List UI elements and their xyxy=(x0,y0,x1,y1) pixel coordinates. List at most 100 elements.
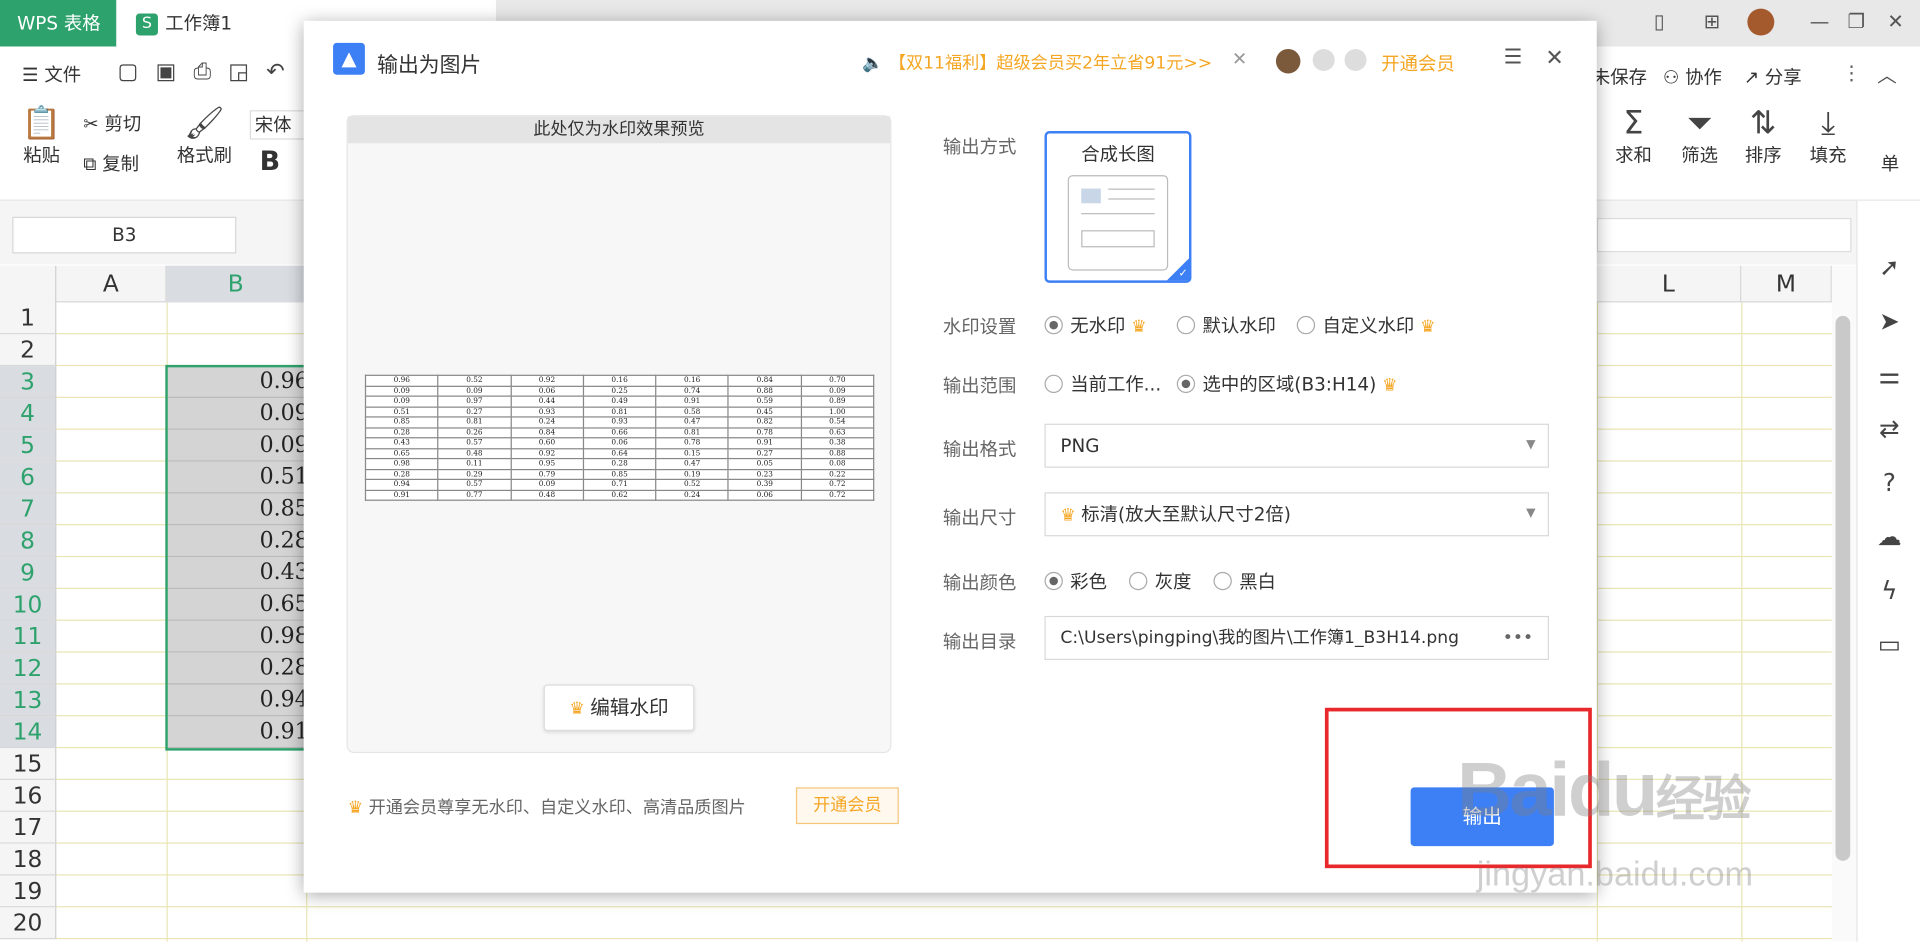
avatar[interactable] xyxy=(1747,8,1775,36)
open-vip-button[interactable]: 开通会员 xyxy=(795,787,899,825)
book-icon[interactable]: ▭ xyxy=(1875,629,1904,658)
cell-b[interactable]: 0.65 xyxy=(166,588,307,621)
row-header[interactable]: 12 xyxy=(0,652,57,685)
help-icon[interactable]: ? xyxy=(1875,468,1904,497)
scrollbar-thumb[interactable] xyxy=(1835,315,1851,861)
more-icon[interactable]: ⋮ xyxy=(1842,61,1862,84)
row-header[interactable]: 1 xyxy=(0,302,57,335)
row-header[interactable]: 2 xyxy=(0,334,57,367)
cell-b[interactable]: 0.28 xyxy=(166,652,307,685)
close-dialog-icon[interactable]: ✕ xyxy=(1545,45,1563,71)
cell-b[interactable]: 0.43 xyxy=(166,557,307,589)
export-button[interactable]: 输出 xyxy=(1410,787,1554,847)
wps-home-tab[interactable]: WPS 表格 xyxy=(0,0,117,47)
menu-icon[interactable]: ☰ xyxy=(1504,45,1523,69)
row-header[interactable]: 6 xyxy=(0,461,57,494)
pointer-icon[interactable]: ➤ xyxy=(1875,306,1904,335)
save-status[interactable]: 未保存 xyxy=(1592,64,1647,90)
range-current-radio[interactable]: 当前工作... xyxy=(1044,371,1161,397)
column-header-l[interactable]: L xyxy=(1597,265,1742,303)
cell-b[interactable]: 0.96 xyxy=(166,366,307,398)
sliders-icon[interactable]: ⚌ xyxy=(1875,360,1904,389)
format-painter-button[interactable]: 🖌 格式刷 xyxy=(175,105,234,167)
watermark-none-radio[interactable]: 无水印 ♛ xyxy=(1044,312,1147,338)
collapse-ribbon-icon[interactable]: ︿ xyxy=(1877,59,1897,88)
formula-input[interactable] xyxy=(1596,217,1852,253)
column-header-m[interactable]: M xyxy=(1741,265,1832,303)
browse-button[interactable]: ••• xyxy=(1503,617,1533,659)
format-select[interactable]: PNG ▼ xyxy=(1044,423,1549,468)
open-vip-link[interactable]: 开通会员 xyxy=(1381,50,1454,76)
watermark-default-radio[interactable]: 默认水印 xyxy=(1176,312,1276,338)
row-header[interactable]: 17 xyxy=(0,811,57,844)
share-button[interactable]: ↗ 分享 xyxy=(1744,64,1802,90)
row-header[interactable]: 8 xyxy=(0,525,57,558)
edit-watermark-button[interactable]: ♛ 编辑水印 xyxy=(543,684,695,732)
sum-button[interactable]: Σ 求和 xyxy=(1607,105,1661,167)
range-selection-radio[interactable]: 选中的区域(B3:H14) ♛ xyxy=(1176,371,1398,397)
row-header[interactable]: 13 xyxy=(0,684,57,717)
sheet-row[interactable] xyxy=(56,907,1832,940)
quick-access-icons[interactable]: ▢▣⎙◲↶ xyxy=(118,59,302,85)
promo-link[interactable]: 🔈 【双11福利】超级会员买2年立省91元>> xyxy=(862,50,1212,74)
row-header[interactable]: 18 xyxy=(0,843,57,876)
color-full-radio[interactable]: 彩色 xyxy=(1044,568,1107,594)
name-box[interactable]: B3 xyxy=(12,216,237,254)
vip-badge-icon xyxy=(1312,48,1335,72)
radio-icon xyxy=(1176,315,1196,335)
cell-b[interactable]: 0.51 xyxy=(166,461,307,494)
transfer-icon[interactable]: ⇄ xyxy=(1875,414,1904,443)
size-select[interactable]: ♛ 标清(放大至默认尺寸2倍) ▼ xyxy=(1044,492,1549,537)
minimize-icon[interactable]: — xyxy=(1805,7,1834,36)
cell-b[interactable]: 0.94 xyxy=(166,684,307,717)
row-header[interactable]: 20 xyxy=(0,907,57,940)
select-all-corner[interactable] xyxy=(0,265,57,303)
cell-b[interactable]: 0.28 xyxy=(166,525,307,558)
cell-b[interactable]: 0.85 xyxy=(166,493,307,526)
filter-button[interactable]: ⏷ 筛选 xyxy=(1673,105,1727,167)
copy-button[interactable]: ⧉ 复制 xyxy=(83,151,139,177)
close-window-icon[interactable]: ✕ xyxy=(1881,7,1910,36)
restore-icon[interactable]: ❐ xyxy=(1842,7,1871,36)
row-header[interactable]: 7 xyxy=(0,493,57,526)
column-header-b[interactable]: B xyxy=(166,265,307,303)
row-header[interactable]: 4 xyxy=(0,397,57,430)
cut-button[interactable]: ✂ 剪切 xyxy=(83,110,141,136)
row-header[interactable]: 19 xyxy=(0,875,57,908)
preview-cell: 0.51 xyxy=(364,405,439,418)
collab-button[interactable]: ⚇ 协作 xyxy=(1663,64,1722,90)
row-header[interactable]: 9 xyxy=(0,557,57,589)
apps-grid-icon[interactable]: ⊞ xyxy=(1697,7,1726,36)
color-gray-radio[interactable]: 灰度 xyxy=(1128,568,1191,594)
font-select[interactable]: 宋体 xyxy=(249,110,312,140)
row-header[interactable]: 16 xyxy=(0,780,57,812)
column-header-a[interactable]: A xyxy=(56,265,167,303)
row-header[interactable]: 5 xyxy=(0,429,57,462)
cell-b[interactable]: 0.98 xyxy=(166,620,307,653)
cell-b[interactable]: 0.09 xyxy=(166,397,307,430)
row-header[interactable]: 10 xyxy=(0,588,57,621)
fill-button[interactable]: ⤓ 填充 xyxy=(1801,105,1855,167)
directory-input[interactable]: C:\Users\pingping\我的图片\工作簿1_B3H14.png ••• xyxy=(1044,615,1549,661)
dialog-avatar[interactable] xyxy=(1275,48,1301,74)
watermark-custom-radio[interactable]: 自定义水印 ♛ xyxy=(1296,312,1436,338)
file-menu[interactable]: ☰ 文件 xyxy=(22,61,81,87)
layout-icon[interactable]: ▯ xyxy=(1645,7,1674,36)
color-bw-radio[interactable]: 黑白 xyxy=(1213,568,1276,594)
close-promo-icon[interactable]: ✕ xyxy=(1232,48,1247,70)
ribbon-more-button[interactable]: 单 xyxy=(1881,151,1899,177)
long-image-option[interactable]: 合成长图 ✓ xyxy=(1044,131,1192,283)
rocket-icon[interactable]: ➚ xyxy=(1875,252,1904,281)
cell-b[interactable]: 0.91 xyxy=(166,716,307,749)
sort-button[interactable]: ⇅ 排序 xyxy=(1736,105,1790,167)
cell-b[interactable]: 0.09 xyxy=(166,429,307,462)
row-header[interactable]: 15 xyxy=(0,748,57,781)
paste-button[interactable]: 📋 粘贴 xyxy=(17,105,66,167)
row-header[interactable]: 3 xyxy=(0,366,57,398)
lightning-icon[interactable]: ϟ xyxy=(1875,576,1904,605)
bold-button[interactable]: B xyxy=(260,147,281,178)
cloud-icon[interactable]: ☁ xyxy=(1875,522,1904,551)
range-label: 输出范围 xyxy=(942,374,1017,397)
row-header[interactable]: 11 xyxy=(0,620,57,653)
row-header[interactable]: 14 xyxy=(0,716,57,749)
